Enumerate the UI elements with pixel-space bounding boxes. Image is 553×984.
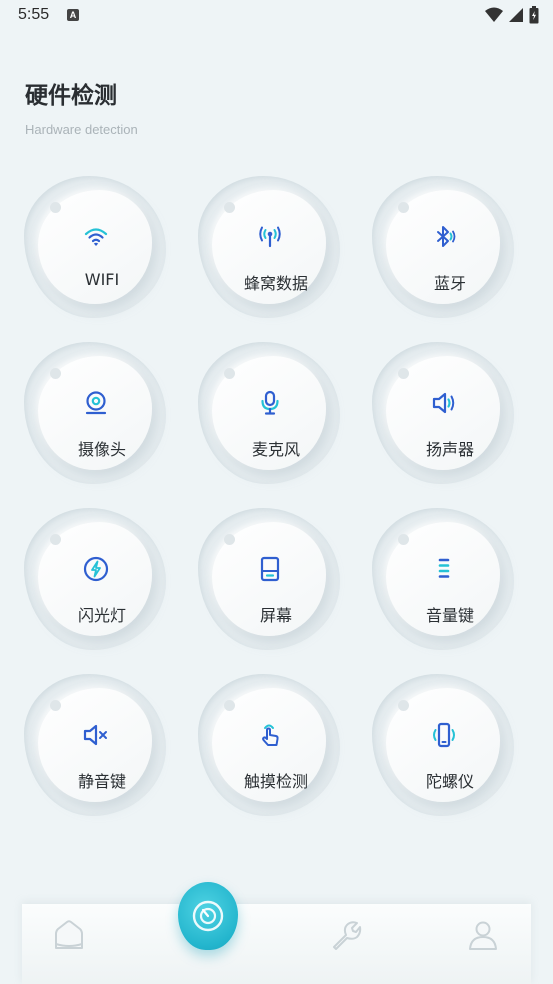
tile-gyroscope[interactable]: 陀螺仪: [372, 674, 514, 816]
tile-label: 音量键: [425, 606, 474, 625]
scan-icon: [192, 900, 224, 932]
tile-bluetooth[interactable]: 蓝牙: [372, 176, 514, 318]
tile-label: 扬声器: [425, 440, 474, 459]
tile-flash[interactable]: 闪光灯: [24, 508, 166, 650]
status-time: 5:55: [18, 6, 50, 23]
status-dot: [398, 202, 409, 213]
status-icons: [485, 6, 539, 24]
battery-icon: [529, 6, 539, 24]
tile-label: 屏幕: [259, 606, 292, 625]
tile-screen[interactable]: 屏幕: [198, 508, 340, 650]
flash-icon: [83, 556, 109, 582]
status-dot: [50, 202, 61, 213]
cellular-antenna-icon: [259, 226, 281, 248]
tile-cellular[interactable]: 蜂窝数据: [198, 176, 340, 318]
microphone-icon: [261, 390, 279, 415]
status-dot: [224, 202, 235, 213]
wifi-icon: [84, 228, 108, 246]
volume-key-icon: [438, 558, 450, 578]
status-dot: [224, 368, 235, 379]
status-dot: [224, 700, 235, 711]
gyroscope-icon: [433, 722, 455, 748]
status-dot: [50, 700, 61, 711]
status-dot: [50, 534, 61, 545]
tile-mute-key[interactable]: 静音键: [24, 674, 166, 816]
tile-label: 静音键: [77, 772, 126, 791]
mute-icon: [83, 724, 107, 746]
screen-icon: [260, 556, 280, 582]
status-dot: [224, 534, 235, 545]
tile-label: WIFI: [84, 270, 120, 289]
tile-label: 蜂窝数据: [243, 274, 308, 293]
status-bar: 5:55 A: [0, 0, 553, 32]
user-icon[interactable]: [466, 918, 500, 952]
page-title: 硬件检测: [25, 83, 117, 109]
wifi-signal-icon: [485, 7, 503, 22]
tile-label: 闪光灯: [77, 606, 126, 625]
cell-signal-icon: [509, 8, 523, 22]
tile-touch[interactable]: 触摸检测: [198, 674, 340, 816]
tile-wifi[interactable]: WIFI: [24, 176, 166, 318]
tile-speaker[interactable]: 扬声器: [372, 342, 514, 484]
tile-label: 摄像头: [77, 440, 126, 459]
speaker-icon: [432, 392, 455, 414]
status-dot: [50, 368, 61, 379]
home-icon[interactable]: [52, 918, 86, 952]
tile-camera[interactable]: 摄像头: [24, 342, 166, 484]
status-dot: [398, 700, 409, 711]
bluetooth-icon: [437, 226, 456, 247]
tile-microphone[interactable]: 麦克风: [198, 342, 340, 484]
tile-label: 陀螺仪: [425, 772, 474, 791]
page-subtitle: Hardware detection: [25, 122, 138, 137]
camera-icon: [85, 391, 107, 415]
touch-hand-icon: [262, 724, 279, 746]
tile-volume-key[interactable]: 音量键: [372, 508, 514, 650]
status-dot: [398, 534, 409, 545]
notification-badge: A: [67, 9, 79, 21]
tile-label: 麦克风: [251, 440, 300, 459]
tile-label: 蓝牙: [433, 274, 466, 293]
bottom-nav: [22, 904, 531, 984]
status-dot: [398, 368, 409, 379]
scan-button[interactable]: [178, 882, 238, 950]
wrench-icon[interactable]: [328, 918, 362, 952]
tile-label: 触摸检测: [243, 772, 308, 791]
